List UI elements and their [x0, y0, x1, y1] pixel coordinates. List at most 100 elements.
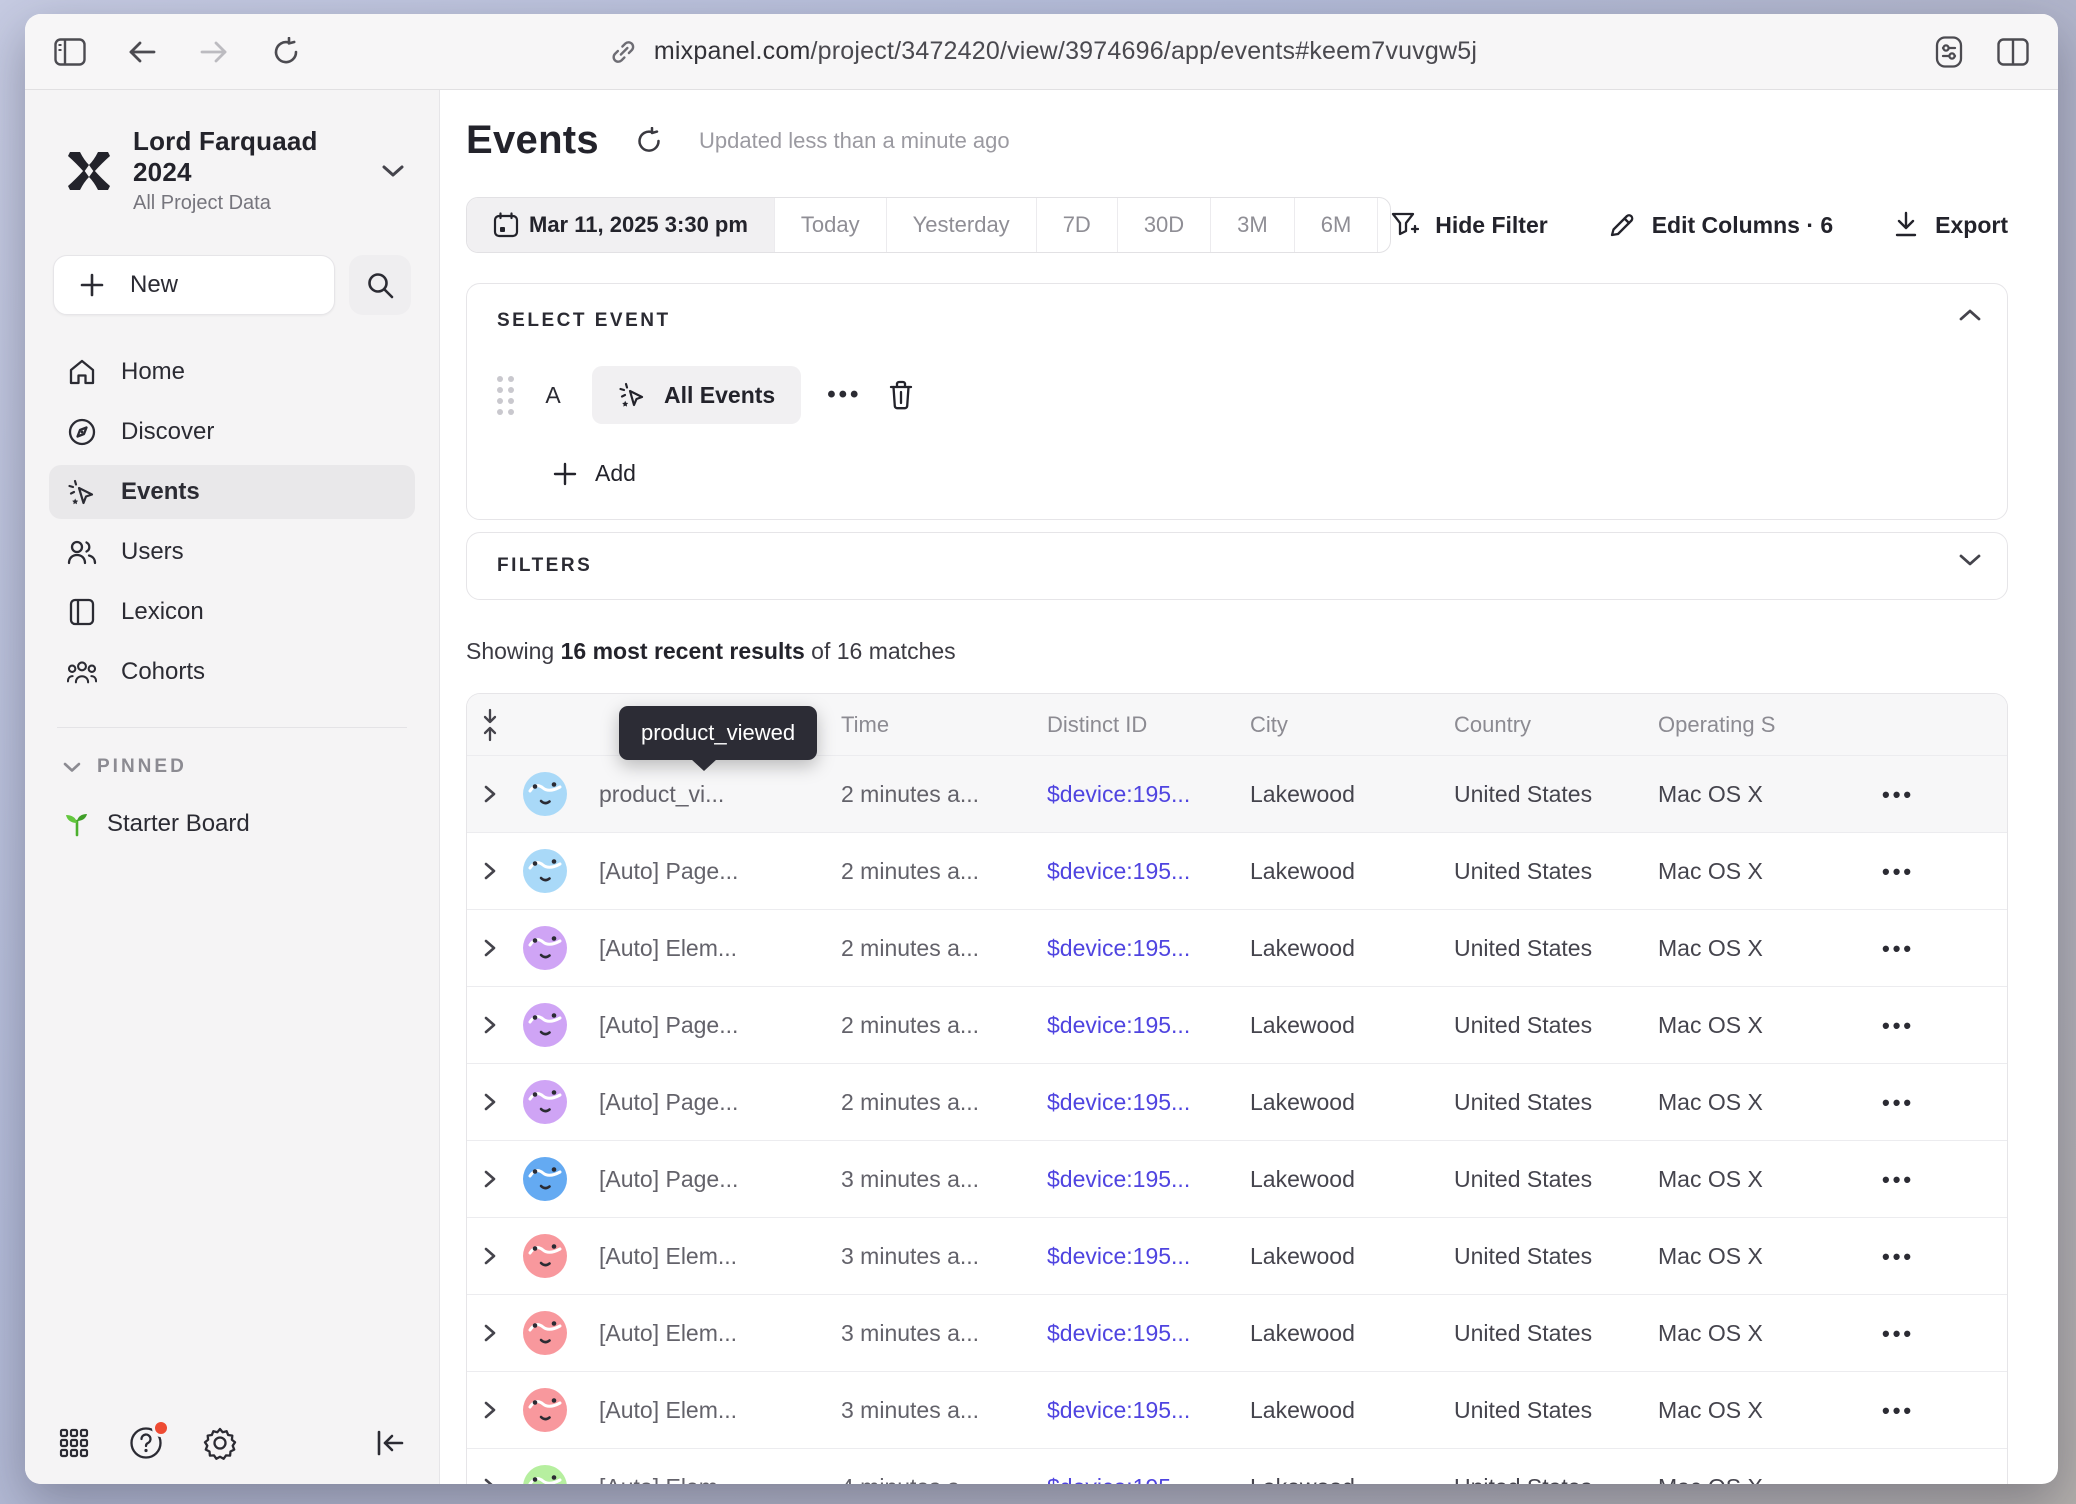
cohorts-icon — [67, 659, 97, 685]
distinct-id-link[interactable]: $device:195... — [1047, 1474, 1250, 1485]
distinct-id-link[interactable]: $device:195... — [1047, 1089, 1250, 1116]
mixpanel-logo-icon — [63, 145, 115, 197]
chevron-down-icon — [63, 761, 81, 773]
table-body: product_vi...2 minutes a...$device:195..… — [467, 756, 2007, 1484]
col-time[interactable]: Time — [841, 712, 1047, 738]
distinct-id-link[interactable]: $device:195... — [1047, 1320, 1250, 1347]
row-more-button[interactable]: ••• — [1882, 1013, 1914, 1038]
expand-panel-chevron-down-icon[interactable] — [1959, 553, 1981, 567]
sidebar-item-lexicon[interactable]: Lexicon — [49, 585, 415, 639]
distinct-id-link[interactable]: $device:195... — [1047, 935, 1250, 962]
row-more-button[interactable]: ••• — [1882, 1321, 1914, 1346]
apps-grid-icon[interactable] — [59, 1428, 89, 1458]
select-event-panel: SELECT EVENT A All Events ••• — [466, 283, 2008, 520]
home-icon — [67, 358, 97, 386]
distinct-id-link[interactable]: $device:195... — [1047, 781, 1250, 808]
updated-status: Updated less than a minute ago — [699, 128, 1010, 154]
col-os[interactable]: Operating S — [1658, 712, 1862, 738]
back-button[interactable] — [125, 35, 159, 69]
col-distinct-id[interactable]: Distinct ID — [1047, 712, 1250, 738]
row-more-button[interactable]: ••• — [1882, 859, 1914, 884]
row-expand-button[interactable] — [483, 1246, 507, 1266]
add-event-button[interactable]: Add — [553, 460, 1977, 487]
distinct-id-link[interactable]: $device:195... — [1047, 1166, 1250, 1193]
range-12m[interactable]: 12M — [1378, 198, 1391, 252]
row-expand-button[interactable] — [483, 938, 507, 958]
project-switcher[interactable]: Lord Farquaad 2024 All Project Data — [49, 120, 415, 221]
range-3m[interactable]: 3M — [1211, 198, 1295, 252]
sidebar-toggle-icon[interactable] — [53, 35, 87, 69]
range-30d[interactable]: 30D — [1118, 198, 1211, 252]
sidebar-item-cohorts[interactable]: Cohorts — [49, 645, 415, 699]
collapse-rows-icon[interactable] — [481, 708, 509, 742]
row-more-button[interactable]: ••• — [1882, 936, 1914, 961]
row-more-button[interactable]: ••• — [1882, 1167, 1914, 1192]
new-button[interactable]: New — [53, 255, 335, 315]
search-button[interactable] — [349, 255, 411, 315]
url-domain: mixpanel.com — [654, 37, 811, 65]
row-expand-button[interactable] — [483, 1169, 507, 1189]
os-cell: Mac OS X — [1658, 1166, 1862, 1193]
range-6m[interactable]: 6M — [1295, 198, 1379, 252]
time-cell: 2 minutes a... — [841, 858, 1047, 885]
range-label: 3M — [1237, 212, 1268, 238]
trash-icon[interactable] — [887, 380, 915, 410]
row-expand-button[interactable] — [483, 1400, 507, 1420]
pinned-section-header[interactable]: PINNED — [49, 756, 415, 778]
row-expand-button[interactable] — [483, 1092, 507, 1112]
row-expand-button[interactable] — [483, 1015, 507, 1035]
row-expand-button[interactable] — [483, 784, 507, 804]
split-view-icon[interactable] — [1996, 35, 2030, 69]
row-more-button[interactable]: ••• — [1882, 1398, 1914, 1423]
row-expand-button[interactable] — [483, 1323, 507, 1343]
time-cell: 2 minutes a... — [841, 781, 1047, 808]
row-more-button[interactable]: ••• — [1882, 1475, 1914, 1485]
clause-more-button[interactable]: ••• — [827, 381, 861, 409]
city-cell: Lakewood — [1250, 1089, 1454, 1116]
sidebar-item-label: Discover — [121, 418, 214, 446]
event-pill-label: All Events — [664, 382, 775, 409]
download-icon — [1893, 211, 1919, 239]
row-more-button[interactable]: ••• — [1882, 782, 1914, 807]
edit-columns-label: Edit Columns · 6 — [1652, 212, 1833, 239]
sidebar-item-events[interactable]: Events — [49, 465, 415, 519]
row-expand-button[interactable] — [483, 861, 507, 881]
sidebar-item-home[interactable]: Home — [49, 345, 415, 399]
sidebar-item-starter-board[interactable]: Starter Board — [49, 810, 415, 838]
discover-icon — [67, 418, 97, 446]
date-picker-button[interactable]: Mar 11, 2025 3:30 pm — [467, 198, 775, 252]
drag-handle-icon[interactable] — [497, 376, 514, 415]
row-expand-button[interactable] — [483, 1477, 507, 1484]
event-name-cell: [Auto] Page... — [599, 1166, 841, 1193]
row-more-button[interactable]: ••• — [1882, 1090, 1914, 1115]
sidebar-item-users[interactable]: Users — [49, 525, 415, 579]
row-more-button[interactable]: ••• — [1882, 1244, 1914, 1269]
reload-button[interactable] — [269, 35, 303, 69]
edit-columns-button[interactable]: Edit Columns · 6 — [1608, 211, 1833, 239]
range-label: Yesterday — [913, 212, 1010, 238]
col-city[interactable]: City — [1250, 712, 1454, 738]
sidebar-item-discover[interactable]: Discover — [49, 405, 415, 459]
filters-title: FILTERS — [497, 555, 1977, 577]
range-yesterday[interactable]: Yesterday — [887, 198, 1037, 252]
distinct-id-link[interactable]: $device:195... — [1047, 858, 1250, 885]
range-today[interactable]: Today — [775, 198, 887, 252]
distinct-id-link[interactable]: $device:195... — [1047, 1397, 1250, 1424]
page-settings-icon[interactable] — [1932, 35, 1966, 69]
distinct-id-link[interactable]: $device:195... — [1047, 1243, 1250, 1270]
collapse-sidebar-icon[interactable] — [375, 1429, 405, 1457]
os-cell: Mac OS X — [1658, 1089, 1862, 1116]
col-country[interactable]: Country — [1454, 712, 1658, 738]
collapse-panel-chevron-up-icon[interactable] — [1959, 308, 1981, 322]
export-button[interactable]: Export — [1893, 211, 2008, 239]
help-button[interactable] — [129, 1426, 163, 1460]
settings-gear-icon[interactable] — [203, 1426, 237, 1460]
os-cell: Mac OS X — [1658, 1474, 1862, 1485]
address-bar[interactable]: mixpanel.com/project/3472420/view/397469… — [606, 35, 1477, 69]
range-7d[interactable]: 7D — [1037, 198, 1118, 252]
refresh-button[interactable] — [635, 127, 663, 155]
event-selector-pill[interactable]: All Events — [592, 366, 801, 424]
distinct-id-link[interactable]: $device:195... — [1047, 1012, 1250, 1039]
forward-button[interactable] — [197, 35, 231, 69]
hide-filter-button[interactable]: Hide Filter — [1391, 211, 1547, 239]
